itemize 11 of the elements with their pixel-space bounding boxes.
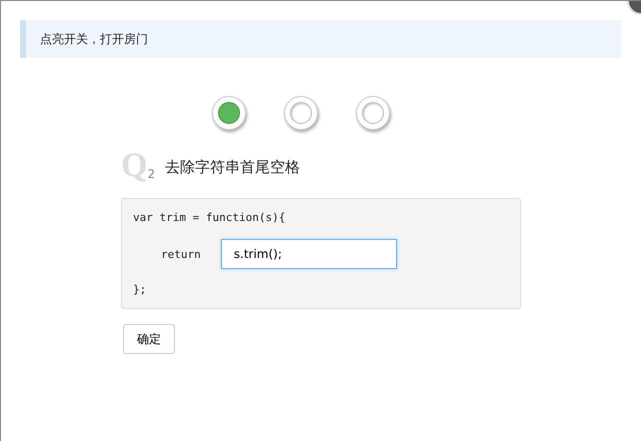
light-switch[interactable] (356, 96, 390, 130)
notice-banner: 点亮开关，打开房门 (20, 20, 621, 58)
question-number: 2 (147, 167, 156, 181)
light-switch[interactable] (212, 96, 246, 130)
question-title: 去除字符串首尾空格 (165, 158, 300, 177)
light-switch[interactable] (284, 96, 318, 130)
submit-button[interactable]: 确定 (123, 324, 175, 354)
code-line: }; (133, 283, 146, 296)
answer-field[interactable]: s.trim(); (220, 239, 397, 269)
code-line: var trim = function(s){ (133, 211, 286, 224)
code-keyword: return (161, 248, 201, 260)
